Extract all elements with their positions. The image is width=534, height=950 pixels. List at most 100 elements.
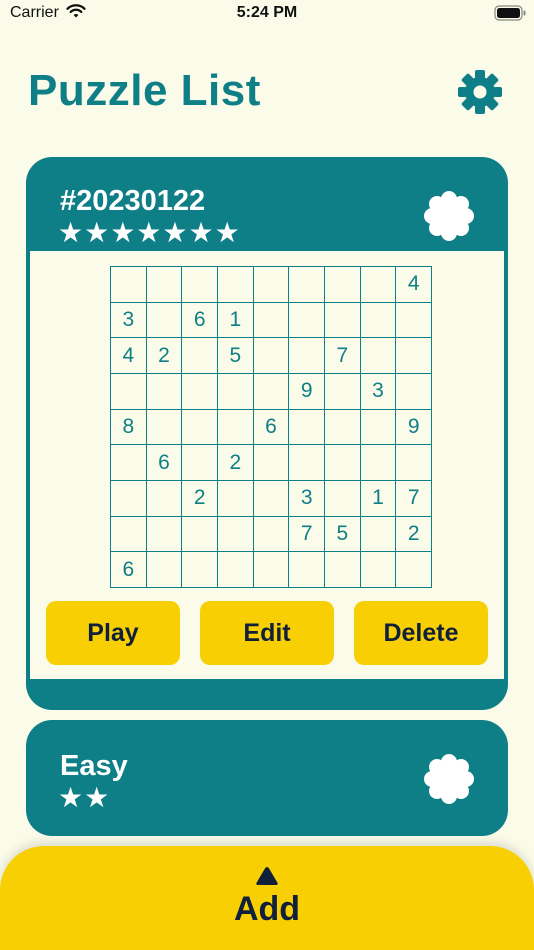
grid-cell: 2 xyxy=(146,338,183,374)
grid-cell xyxy=(360,445,397,481)
settings-button[interactable] xyxy=(456,68,504,116)
grid-cell: 9 xyxy=(289,374,325,410)
grid-cell: 3 xyxy=(111,302,147,339)
grid-cell xyxy=(289,409,325,446)
grid-cell xyxy=(360,338,397,374)
edit-button[interactable]: Edit xyxy=(200,601,334,665)
grid-cell: 4 xyxy=(396,267,432,303)
grid-cell xyxy=(218,267,254,303)
grid-cell xyxy=(360,552,397,588)
grid-cell xyxy=(289,445,325,481)
grid-cell xyxy=(182,338,218,374)
grid-cell xyxy=(146,552,183,588)
grid-cell: 3 xyxy=(289,481,325,517)
grid-cell xyxy=(146,267,183,303)
grid-cell xyxy=(146,481,183,517)
grid-cell xyxy=(396,338,432,374)
grid-cell xyxy=(182,374,218,410)
grid-cell: 1 xyxy=(360,481,397,517)
grid-cell: 7 xyxy=(289,516,325,553)
grid-cell: 6 xyxy=(111,552,147,588)
grid-cell xyxy=(253,552,290,588)
grid-cell xyxy=(218,552,254,588)
puzzle-preview: 43614257938696223177526 Play Edit Delete xyxy=(30,251,504,679)
badge-icon xyxy=(424,754,474,804)
grid-cell: 1 xyxy=(218,302,254,339)
grid-cell: 6 xyxy=(182,302,218,339)
grid-cell: 8 xyxy=(111,409,147,446)
grid-cell xyxy=(182,445,218,481)
grid-cell xyxy=(182,516,218,553)
grid-cell xyxy=(111,445,147,481)
grid-cell xyxy=(325,302,361,339)
badge-icon xyxy=(424,191,474,241)
grid-cell: 6 xyxy=(253,409,290,446)
grid-cell xyxy=(289,302,325,339)
grid-cell xyxy=(253,481,290,517)
grid-cell xyxy=(325,374,361,410)
grid-cell xyxy=(360,302,397,339)
grid-cell xyxy=(289,338,325,374)
grid-cell: 6 xyxy=(146,445,183,481)
puzzle-card[interactable]: Easy ★★ xyxy=(26,720,508,836)
grid-cell xyxy=(325,552,361,588)
grid-cell xyxy=(111,374,147,410)
grid-cell xyxy=(182,552,218,588)
grid-cell xyxy=(253,445,290,481)
status-time: 5:24 PM xyxy=(236,4,298,21)
grid-cell xyxy=(111,267,147,303)
grid-cell xyxy=(182,267,218,303)
difficulty-stars: ★★★★★★★ xyxy=(58,217,241,248)
grid-cell: 2 xyxy=(182,481,218,517)
grid-cell xyxy=(182,409,218,446)
triangle-up-icon xyxy=(256,867,278,885)
grid-cell xyxy=(253,374,290,410)
grid-cell xyxy=(325,267,361,303)
grid-cell xyxy=(146,516,183,553)
grid-cell xyxy=(325,445,361,481)
grid-cell xyxy=(146,302,183,339)
grid-cell: 7 xyxy=(396,481,432,517)
add-button[interactable]: Add xyxy=(0,846,534,950)
grid-cell xyxy=(289,552,325,588)
battery-icon xyxy=(494,5,526,21)
grid-cell xyxy=(396,445,432,481)
grid-cell xyxy=(218,374,254,410)
grid-cell xyxy=(218,516,254,553)
grid-cell xyxy=(325,409,361,446)
gear-icon xyxy=(458,70,502,114)
grid-cell: 7 xyxy=(325,338,361,374)
grid-cell: 5 xyxy=(218,338,254,374)
grid-cell xyxy=(146,409,183,446)
grid-cell: 2 xyxy=(218,445,254,481)
grid-cell xyxy=(360,267,397,303)
grid-cell xyxy=(396,552,432,588)
grid-cell xyxy=(146,374,183,410)
add-label: Add xyxy=(233,890,301,928)
status-bar: Carrier 5:24 PM xyxy=(0,0,534,30)
grid-cell: 4 xyxy=(111,338,147,374)
difficulty-stars: ★★ xyxy=(58,782,111,813)
grid-cell: 2 xyxy=(396,516,432,553)
grid-cell xyxy=(253,338,290,374)
grid-cell xyxy=(360,409,397,446)
grid-cell xyxy=(325,481,361,517)
grid-cell xyxy=(360,516,397,553)
grid-cell xyxy=(253,267,290,303)
grid-cell: 5 xyxy=(325,516,361,553)
puzzle-card[interactable]: #20230122 ★★★★★★★ 4361425793869622317752… xyxy=(26,157,508,710)
grid-cell xyxy=(253,516,290,553)
grid-cell xyxy=(111,516,147,553)
play-button[interactable]: Play xyxy=(46,601,180,665)
grid-cell: 3 xyxy=(360,374,397,410)
grid-cell xyxy=(218,481,254,517)
sudoku-grid: 43614257938696223177526 xyxy=(110,266,432,588)
grid-cell xyxy=(111,481,147,517)
grid-cell xyxy=(289,267,325,303)
delete-button[interactable]: Delete xyxy=(354,601,488,665)
grid-cell xyxy=(396,302,432,339)
grid-cell xyxy=(253,302,290,339)
puzzle-title: Easy xyxy=(60,750,128,782)
grid-cell: 9 xyxy=(396,409,432,446)
page-title: Puzzle List xyxy=(28,66,261,115)
